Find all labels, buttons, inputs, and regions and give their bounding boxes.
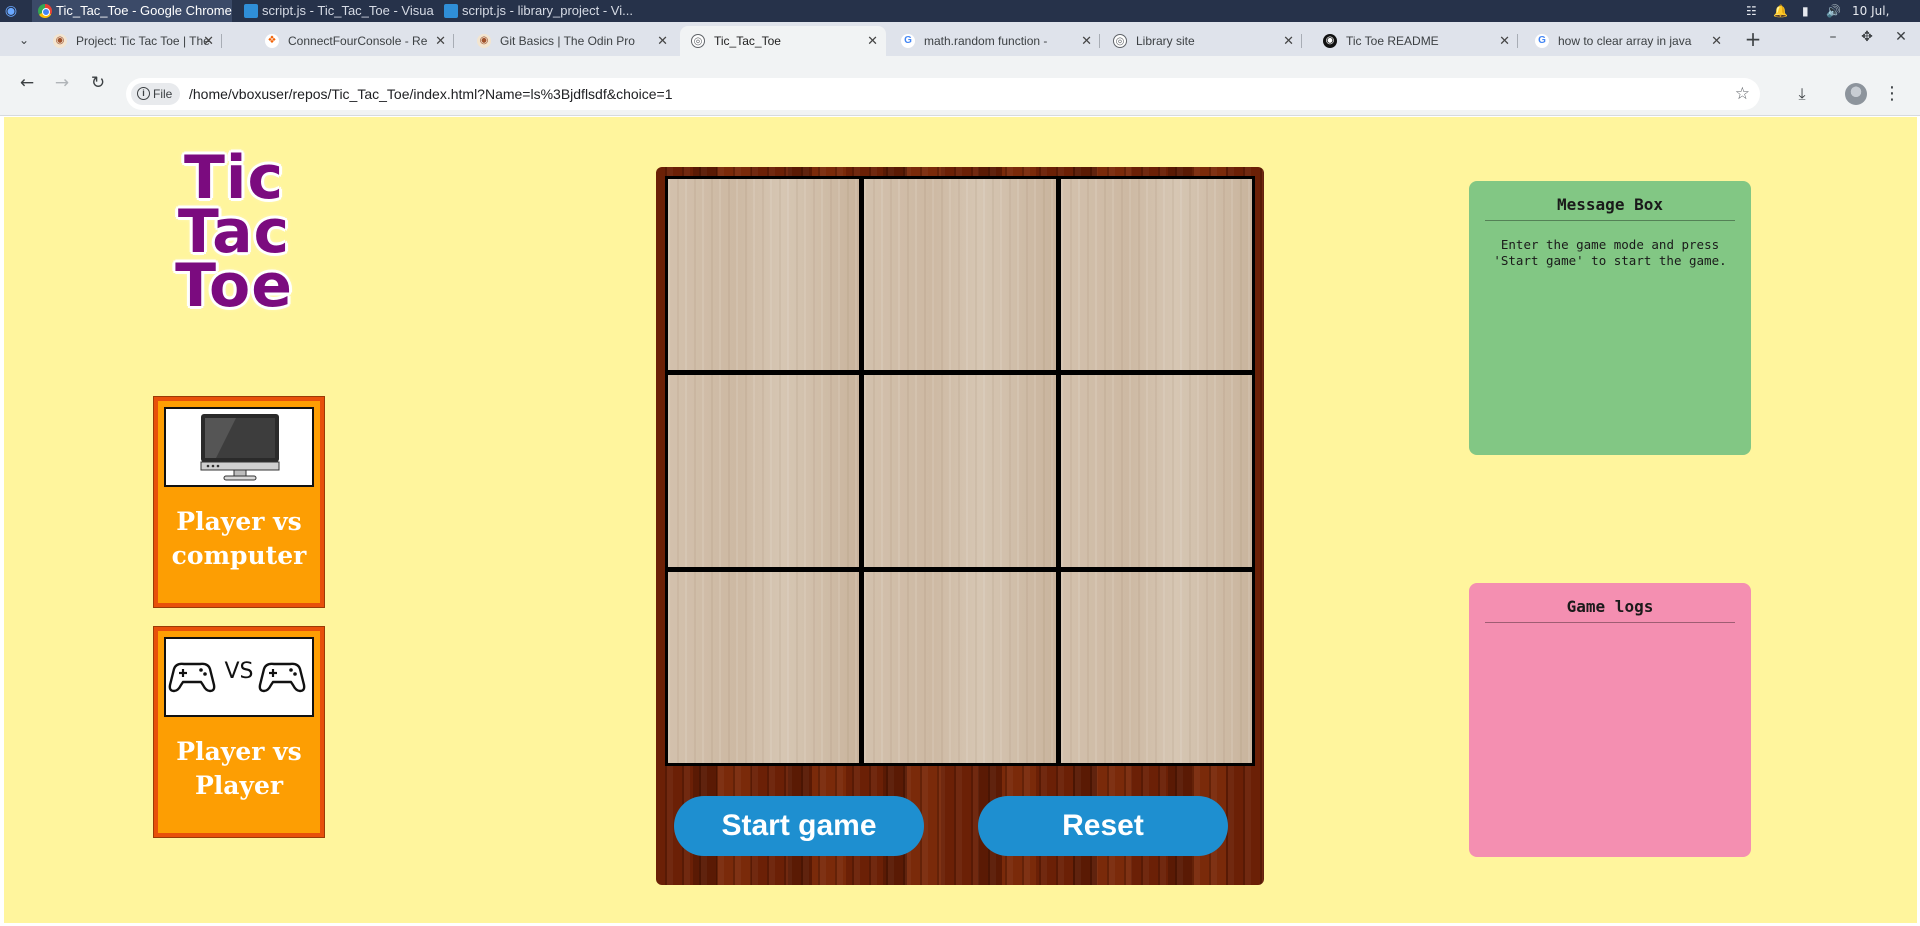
battery-icon[interactable]: ▮ (1802, 0, 1809, 22)
notification-bell-icon[interactable]: 🔔 (1773, 0, 1788, 22)
board-cell-4[interactable] (668, 375, 860, 567)
clock[interactable]: 10 Jul, 10:36 (1852, 0, 1920, 40)
board-cell-6[interactable] (1060, 375, 1252, 567)
close-icon[interactable]: ✕ (435, 26, 446, 56)
address-bar[interactable]: i File /home/vboxuser/repos/Tic_Tac_Toe/… (126, 78, 1760, 110)
url-text[interactable]: /home/vboxuser/repos/Tic_Tac_Toe/index.h… (189, 78, 673, 110)
taskbar-item-vscode-library[interactable]: script.js - library_project - Vi... (438, 0, 634, 22)
board-cell-7[interactable] (668, 571, 860, 763)
board-cell-9[interactable] (1060, 571, 1252, 763)
back-arrow-icon[interactable]: ← (14, 70, 40, 96)
start-game-button[interactable]: Start game (674, 796, 924, 856)
monitor-icon (200, 414, 280, 481)
tab-clear-array[interactable]: G how to clear array in java ✕ (1524, 26, 1730, 56)
close-icon[interactable]: ✕ (867, 26, 878, 56)
start-menu-icon[interactable]: ◉ (2, 2, 20, 20)
tab-git-basics[interactable]: ◉ Git Basics | The Odin Pro ✕ (466, 26, 676, 56)
taskbar-item-vscode-tictactoe[interactable]: script.js - Tic_Tac_Toe - Visua... (238, 0, 434, 22)
volume-icon[interactable]: 🔊 (1826, 0, 1841, 22)
chrome-icon (38, 4, 52, 18)
vs-text: VS (224, 659, 254, 684)
mode-label: Player vs Player (176, 737, 302, 800)
tab-label: Tic_Tac_Toe (714, 34, 781, 48)
odin-icon: ◉ (477, 34, 491, 48)
reload-icon[interactable]: ↻ (85, 70, 111, 96)
logo-line-2: Toe (175, 251, 293, 321)
tab-label: math.random function - (924, 34, 1048, 48)
window-close-icon[interactable]: ✕ (1890, 26, 1912, 48)
tab-label: Tic Toe README (1346, 34, 1439, 48)
game-logs-title: Game logs (1485, 597, 1735, 623)
message-box-text: Enter the game mode and press 'Start gam… (1493, 237, 1727, 268)
google-icon: G (1535, 34, 1549, 48)
browser-tab-strip: ◉ Project: Tic Tac Toe | The ✕ ❖ Connect… (0, 22, 1920, 56)
minimize-icon[interactable]: – (1822, 26, 1844, 48)
forward-arrow-icon[interactable]: → (49, 70, 75, 96)
tab-replit[interactable]: ❖ ConnectFourConsole - Re ✕ (254, 26, 454, 56)
tab-label: Git Basics | The Odin Pro (500, 34, 635, 48)
google-icon: G (901, 34, 915, 48)
vscode-icon (244, 4, 258, 18)
close-icon[interactable]: ✕ (1499, 26, 1510, 56)
game-board (665, 176, 1255, 766)
tab-search-chevron-down-icon[interactable]: ⌄ (14, 30, 34, 50)
game-logs: Game logs (1469, 583, 1751, 857)
game-board-frame: Start game Reset (656, 167, 1264, 885)
maximize-icon[interactable]: ✥ (1856, 26, 1878, 48)
monitor-icon (164, 407, 314, 487)
tab-odin-project[interactable]: ◉ Project: Tic Tac Toe | The ✕ (42, 26, 222, 56)
taskbar-item-label: Tic_Tac_Toe - Google Chrome (56, 3, 232, 18)
tab-label: how to clear array in java (1558, 34, 1692, 48)
globe-icon: ◎ (1113, 34, 1127, 48)
profile-avatar[interactable] (1845, 83, 1867, 105)
new-tab-plus-icon[interactable]: + (1740, 26, 1766, 52)
site-info-chip[interactable]: i File (131, 83, 181, 105)
message-box: Message Box Enter the game mode and pres… (1469, 181, 1751, 455)
odin-icon: ◉ (53, 34, 67, 48)
tab-library-site[interactable]: ◎ Library site ✕ (1102, 26, 1302, 56)
board-cell-3[interactable] (1060, 179, 1252, 371)
tab-label: Library site (1136, 34, 1195, 48)
tab-tic-tac-toe[interactable]: ◎ Tic_Tac_Toe ✕ (680, 26, 886, 56)
logo-line-1: Tic Tac (177, 143, 291, 267)
tab-tic-toe-readme[interactable]: ◉ Tic Toe README ✕ (1312, 26, 1518, 56)
taskbar-item-label: script.js - library_project - Vi... (462, 3, 633, 18)
board-cell-5[interactable] (864, 375, 1056, 567)
kebab-menu-icon[interactable]: ⋮ (1882, 82, 1902, 106)
gamepad-vs-gamepad-icon: VS (164, 637, 314, 717)
mode-label: Player vs computer (171, 507, 307, 570)
github-icon: ◉ (1323, 34, 1337, 48)
site-info-label: File (153, 87, 173, 101)
download-icon[interactable]: ⤓ (1790, 82, 1814, 106)
mode-player-vs-player-button[interactable]: VS Player vs Player (153, 626, 325, 838)
board-cell-1[interactable] (668, 179, 860, 371)
close-icon[interactable]: ✕ (1081, 26, 1092, 56)
page-content: Tic Tac Toe Player vs computer VS Player… (4, 117, 1917, 923)
globe-icon: ◎ (691, 34, 705, 48)
tab-math-random[interactable]: G math.random function - ✕ (890, 26, 1100, 56)
message-box-title: Message Box (1485, 195, 1735, 221)
vscode-icon (444, 4, 458, 18)
tab-label: Project: Tic Tac Toe | The (76, 34, 210, 48)
reset-button[interactable]: Reset (978, 796, 1228, 856)
taskbar-item-chrome[interactable]: Tic_Tac_Toe - Google Chrome (32, 0, 232, 22)
board-cell-2[interactable] (864, 179, 1056, 371)
taskbar-item-label: script.js - Tic_Tac_Toe - Visua... (262, 3, 434, 18)
close-icon[interactable]: ✕ (657, 26, 668, 56)
game-logo: Tic Tac Toe (124, 143, 344, 321)
info-icon: i (137, 87, 150, 100)
close-icon[interactable]: ✕ (203, 26, 214, 56)
mode-player-vs-computer-button[interactable]: Player vs computer (153, 396, 325, 608)
network-icon[interactable]: ☷ (1746, 0, 1757, 22)
bookmark-star-icon[interactable]: ☆ (1735, 78, 1750, 110)
board-cell-8[interactable] (864, 571, 1056, 763)
close-icon[interactable]: ✕ (1711, 26, 1722, 56)
tab-label: ConnectFourConsole - Re (288, 34, 428, 48)
replit-icon: ❖ (265, 34, 279, 48)
os-taskbar: ◉ Tic_Tac_Toe - Google Chrome script.js … (0, 0, 1920, 40)
close-icon[interactable]: ✕ (1283, 26, 1294, 56)
browser-toolbar: ← → ↻ i File /home/vboxuser/repos/Tic_Ta… (0, 56, 1920, 116)
